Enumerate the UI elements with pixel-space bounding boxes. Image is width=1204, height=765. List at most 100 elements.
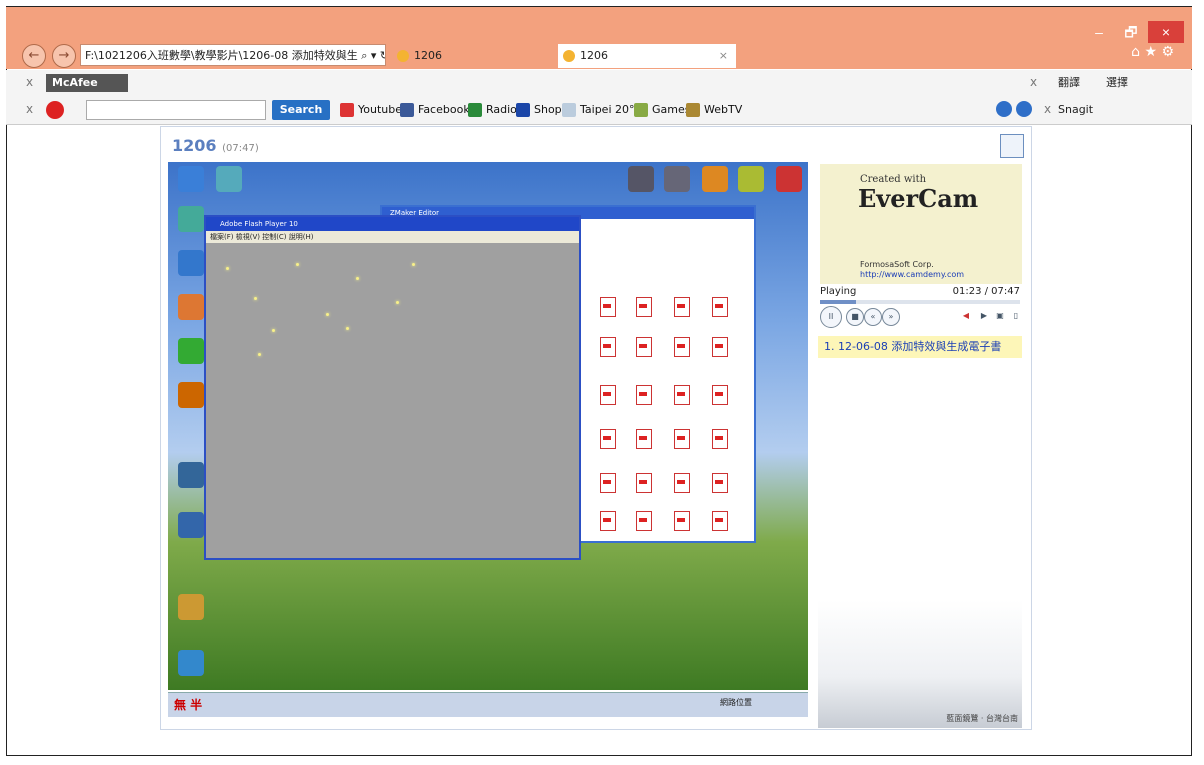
snagit-button[interactable]: Snagit bbox=[1058, 100, 1093, 120]
add-icon[interactable] bbox=[996, 101, 1012, 117]
close-toolbar-icon[interactable]: x bbox=[26, 102, 33, 116]
scenery-caption: 藍面鏡鷺 · 台灣台南 bbox=[946, 714, 1018, 723]
pdf-file-icon bbox=[636, 473, 652, 493]
tab-label: 1206 bbox=[414, 49, 442, 62]
pdf-file-icon bbox=[712, 473, 728, 493]
progress-fill bbox=[820, 300, 856, 304]
pdf-file-icon bbox=[636, 385, 652, 405]
close-button[interactable]: × bbox=[1148, 21, 1184, 43]
link-radio[interactable]: Radio bbox=[468, 100, 517, 120]
mcafee-button[interactable]: McAfee bbox=[46, 74, 128, 92]
fullscreen-icon[interactable] bbox=[1000, 134, 1024, 158]
forward-button[interactable]: » bbox=[882, 308, 900, 326]
home-favorites-settings-icons[interactable]: ⌂ ★ ⚙ bbox=[1131, 44, 1174, 60]
address-bar[interactable]: F:\1021206入班數學\教學影片\1206-08 添加特效與生 ⌕ ▾ ↻ bbox=[80, 44, 386, 66]
desktop-icon bbox=[628, 166, 654, 192]
ask-logo-icon bbox=[46, 101, 64, 119]
link-webtv[interactable]: WebTV bbox=[686, 100, 742, 120]
minimize-button[interactable]: – bbox=[1084, 21, 1114, 43]
pdf-file-icon bbox=[636, 297, 652, 317]
pdf-file-icon bbox=[600, 429, 616, 449]
chrome-icon bbox=[178, 338, 204, 364]
media-player: Playing 01:23 / 07:47 II ■ « » ◀ ▶ ▣ ▯ bbox=[818, 286, 1022, 334]
mcafee-toolbar: x McAfee x 翻譯 選擇 bbox=[6, 70, 1192, 97]
facebook-icon bbox=[400, 103, 414, 117]
shop-flag-icon bbox=[516, 103, 530, 117]
forward-button[interactable]: → bbox=[52, 44, 76, 68]
desktop-icon bbox=[178, 650, 204, 676]
pdf-file-icon bbox=[674, 429, 690, 449]
desktop-icon bbox=[702, 166, 728, 192]
sparkle bbox=[326, 313, 329, 316]
ie-icon bbox=[397, 50, 409, 62]
scenery-image: 藍面鏡鷺 · 台灣台南 bbox=[818, 600, 1022, 728]
pdf-file-icon bbox=[600, 385, 616, 405]
desktop-icon bbox=[664, 166, 690, 192]
pdf-file-icon bbox=[712, 385, 728, 405]
ime-icon: 無 半 bbox=[174, 698, 203, 712]
sparkle bbox=[356, 277, 359, 280]
recorded-taskbar: 無 半 網路位置 bbox=[168, 692, 808, 717]
stop-button[interactable]: ■ bbox=[846, 308, 864, 326]
youtube-icon bbox=[340, 103, 354, 117]
layout-icon[interactable]: ▣ bbox=[992, 308, 1008, 324]
ask-toolbar: x Search Youtube Facebook Radio Shop Tai… bbox=[6, 96, 1192, 125]
desktop-icon bbox=[178, 462, 204, 488]
pdf-file-icon bbox=[712, 429, 728, 449]
sparkle bbox=[272, 329, 275, 332]
translate-button[interactable]: 翻譯 bbox=[1058, 73, 1080, 93]
close-toolbar-icon[interactable]: x bbox=[1030, 75, 1037, 89]
pause-button[interactable]: II bbox=[820, 306, 842, 328]
sparkle bbox=[258, 353, 261, 356]
desktop-icon bbox=[178, 166, 204, 192]
link-games[interactable]: Games bbox=[634, 100, 690, 120]
page-title: 1206 (07:47) bbox=[172, 136, 259, 155]
link-facebook[interactable]: Facebook bbox=[400, 100, 470, 120]
restore-button[interactable]: 🗗 bbox=[1116, 21, 1146, 43]
desktop-icon bbox=[776, 166, 802, 192]
desktop-icon bbox=[216, 166, 242, 192]
company-url[interactable]: http://www.camdemy.com bbox=[860, 270, 964, 279]
close-tab-icon[interactable]: × bbox=[719, 44, 728, 68]
playlist-item[interactable]: 1. 12-06-08 添加特效與生成電子書 bbox=[818, 336, 1022, 358]
pdf-file-icon bbox=[636, 337, 652, 357]
pdf-file-icon bbox=[674, 337, 690, 357]
title-text: 1206 bbox=[172, 136, 217, 155]
rewind-button[interactable]: « bbox=[864, 308, 882, 326]
link-weather[interactable]: Taipei 20°C bbox=[562, 100, 642, 120]
progress-bar[interactable] bbox=[820, 300, 1020, 304]
pdf-file-icon bbox=[712, 297, 728, 317]
page-icon[interactable]: ▯ bbox=[1008, 308, 1024, 324]
select-button[interactable]: 選擇 bbox=[1106, 73, 1128, 93]
search-input[interactable] bbox=[86, 100, 266, 120]
tab-1206-first[interactable]: 1206 bbox=[392, 44, 552, 68]
search-globe-icon[interactable] bbox=[1016, 101, 1032, 117]
sparkle bbox=[254, 297, 257, 300]
pdf-file-icon bbox=[600, 511, 616, 531]
pdf-file-icon bbox=[674, 297, 690, 317]
player-time: 01:23 / 07:47 bbox=[952, 286, 1020, 297]
desktop-icon bbox=[178, 382, 204, 408]
weather-icon bbox=[562, 103, 576, 117]
desktop-icon bbox=[738, 166, 764, 192]
link-shop[interactable]: Shop bbox=[516, 100, 562, 120]
firefox-icon bbox=[178, 294, 204, 320]
search-button[interactable]: Search bbox=[272, 100, 330, 120]
flash-player-window[interactable]: Adobe Flash Player 10 檔案(F) 檢視(V) 控制(C) … bbox=[204, 215, 581, 560]
tab-1206-active[interactable]: 1206 × bbox=[558, 44, 736, 68]
sparkle bbox=[226, 267, 229, 270]
duration-text: (07:47) bbox=[222, 143, 259, 154]
ie-icon bbox=[563, 50, 575, 62]
desktop-icon bbox=[178, 250, 204, 276]
radio-icon bbox=[468, 103, 482, 117]
sparkle bbox=[296, 263, 299, 266]
flash-menu: 檔案(F) 檢視(V) 控制(C) 說明(H) bbox=[206, 231, 579, 243]
volume-icon[interactable]: ◀ bbox=[958, 308, 974, 324]
back-button[interactable]: ← bbox=[22, 44, 46, 68]
close-toolbar-icon[interactable]: x bbox=[26, 75, 33, 89]
link-youtube[interactable]: Youtube bbox=[340, 100, 402, 120]
close-toolbar-icon[interactable]: x bbox=[1044, 102, 1051, 116]
sparkle bbox=[396, 301, 399, 304]
flash-titlebar: Adobe Flash Player 10 bbox=[206, 217, 579, 231]
next-icon[interactable]: ▶ bbox=[976, 308, 992, 324]
